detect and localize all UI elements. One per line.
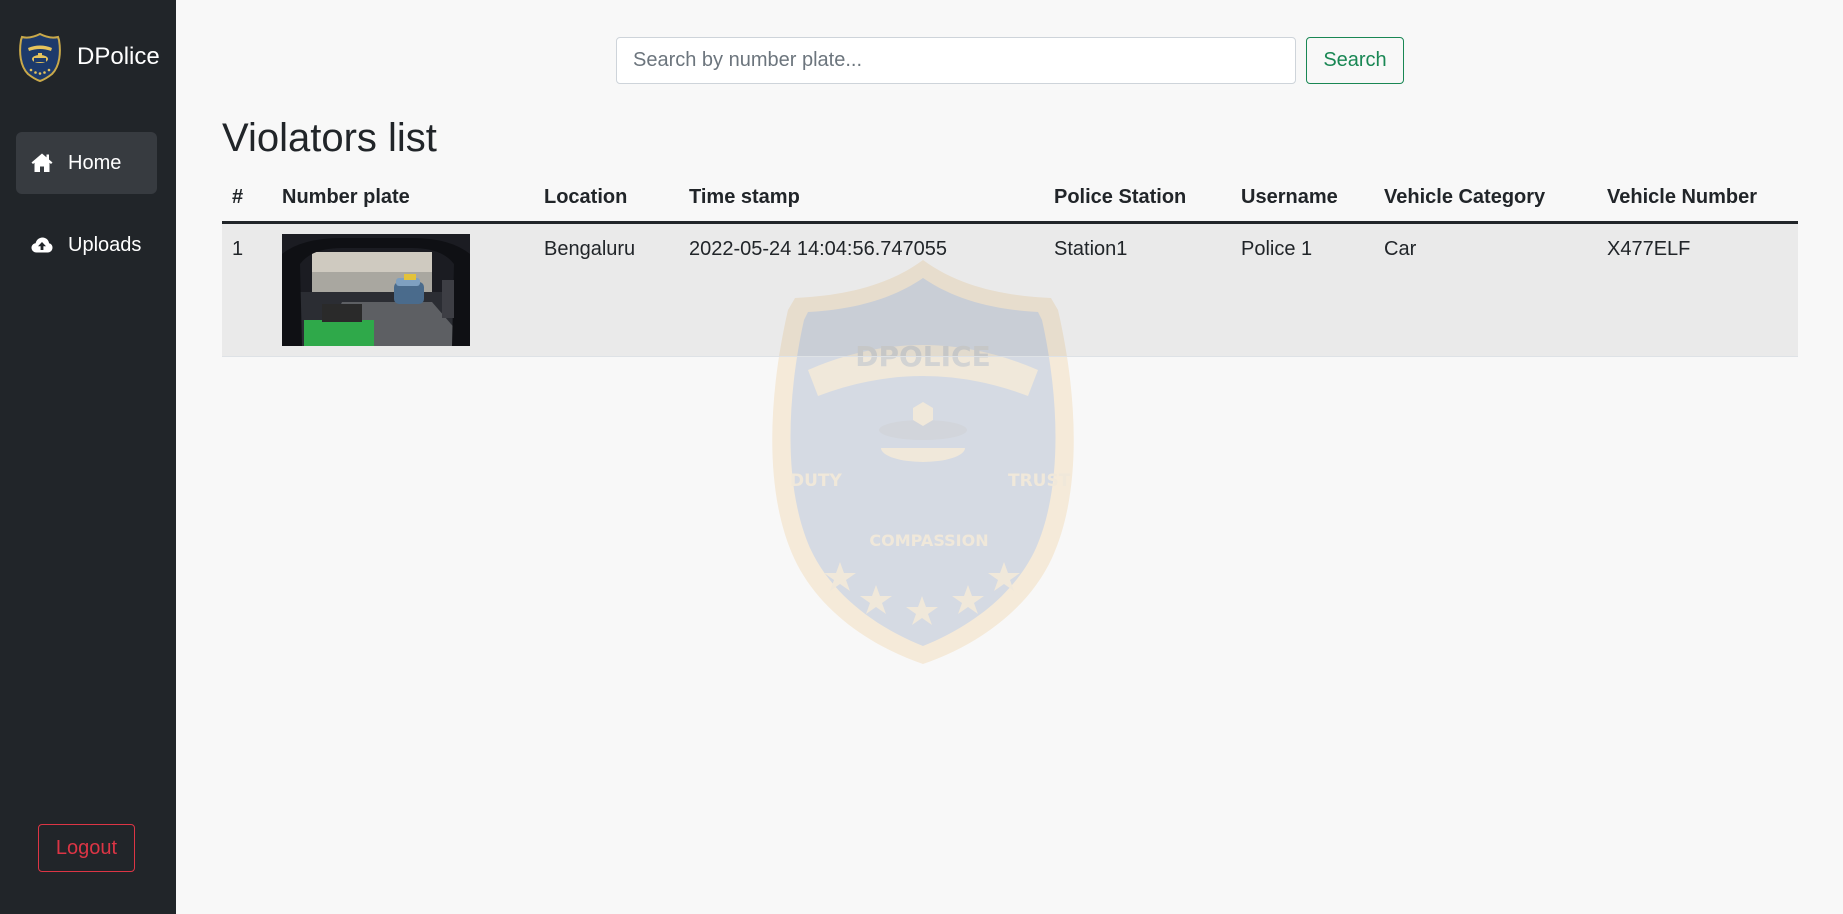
page-title: Violators list	[222, 116, 437, 160]
cell-username: Police 1	[1231, 222, 1374, 357]
violators-table-container: # Number plate Location Time stamp Polic…	[222, 174, 1798, 357]
cell-location: Bengaluru	[534, 222, 679, 357]
watermark-stars	[824, 562, 1020, 625]
table-header-row: # Number plate Location Time stamp Polic…	[222, 174, 1798, 224]
brand-name: DPolice	[77, 43, 160, 70]
violators-table: # Number plate Location Time stamp Polic…	[222, 174, 1798, 357]
cell-vehicle-category: Car	[1374, 222, 1597, 357]
cell-time-stamp: 2022-05-24 14:04:56.747055	[679, 222, 1044, 357]
police-badge-logo	[19, 32, 61, 82]
watermark-left-text: DUTY	[790, 471, 843, 491]
sidebar-item-label: Home	[68, 151, 122, 174]
sidebar: DPolice Home Uploads Logout	[0, 0, 176, 914]
watermark-right-text: TRUST	[1008, 471, 1071, 491]
brand[interactable]: DPolice	[18, 32, 160, 82]
home-icon	[31, 153, 53, 172]
cell-number: 1	[222, 222, 272, 357]
header-location: Location	[534, 174, 679, 224]
cell-police-station: Station1	[1044, 222, 1231, 357]
header-vehicle-number: Vehicle Number	[1597, 174, 1798, 224]
cell-number-plate	[272, 222, 534, 357]
sidebar-item-uploads[interactable]: Uploads	[16, 214, 157, 276]
number-plate-image[interactable]	[282, 233, 470, 346]
header-username: Username	[1231, 174, 1374, 224]
watermark-bottom-text: COMPASSION	[869, 531, 988, 550]
header-number: #	[222, 174, 272, 224]
search-input[interactable]	[616, 37, 1296, 84]
table-row[interactable]: 1 Bengaluru 2022-05-24 14:04:56.747055 S…	[222, 222, 1798, 357]
cloud-upload-icon	[31, 237, 53, 253]
header-vehicle-category: Vehicle Category	[1374, 174, 1597, 224]
sidebar-item-label: Uploads	[68, 233, 142, 256]
sidebar-item-home[interactable]: Home	[16, 132, 157, 194]
main-content: DPOLICE DUTY TRUST COMPASSION Search Vio…	[176, 0, 1843, 914]
header-time-stamp: Time stamp	[679, 174, 1044, 224]
header-number-plate: Number plate	[272, 174, 534, 224]
logout-button[interactable]: Logout	[38, 824, 135, 872]
search-button[interactable]: Search	[1306, 37, 1404, 84]
header-police-station: Police Station	[1044, 174, 1231, 224]
cell-vehicle-number: X477ELF	[1597, 222, 1798, 357]
